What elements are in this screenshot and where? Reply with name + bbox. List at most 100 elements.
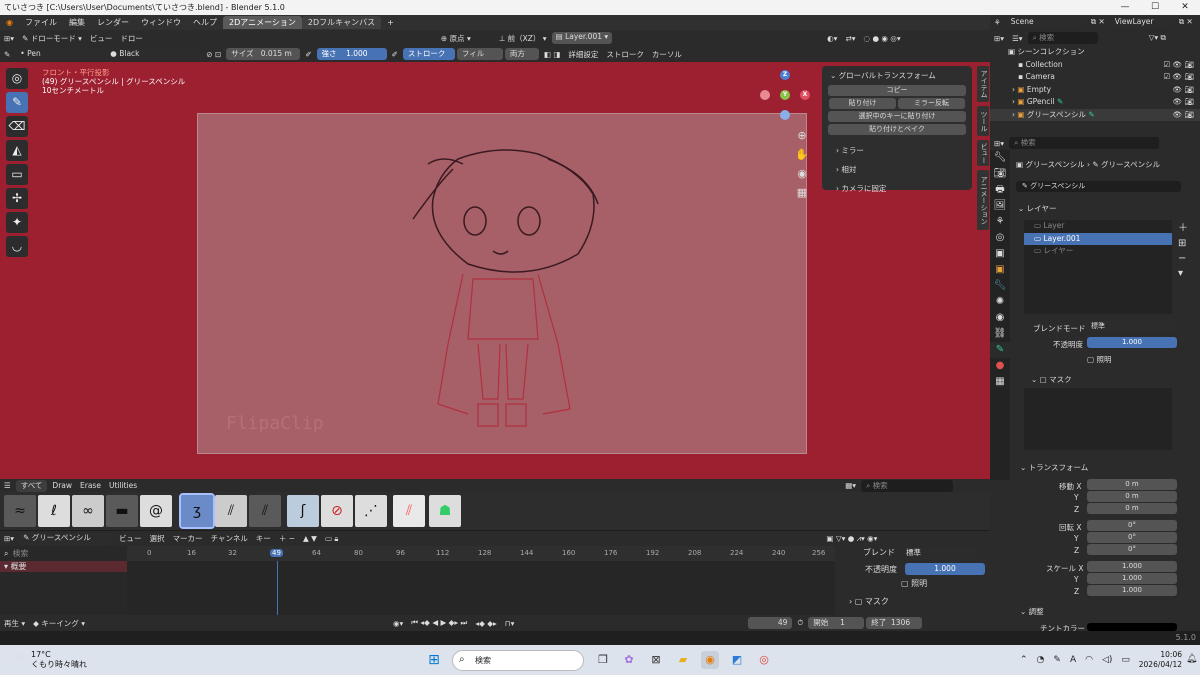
tl-blend-select[interactable]: 標準 bbox=[901, 546, 976, 559]
icon-1[interactable]: ⊘ ⊡ bbox=[202, 50, 225, 59]
transport-buttons[interactable]: ⏮ ◂◆ ◀ ▶ ◆▸ ⏭ bbox=[407, 618, 471, 628]
visibility-icons[interactable]: 👁︎ 📷︎ bbox=[1173, 109, 1194, 122]
add-remove-icon[interactable]: ＋ − bbox=[275, 533, 299, 544]
paint-app-icon[interactable]: ◩ bbox=[728, 651, 746, 669]
both-tab[interactable]: 両方 bbox=[504, 48, 539, 60]
curve-tool-icon[interactable]: ◡ bbox=[6, 236, 28, 257]
tl-menu-key[interactable]: キー bbox=[252, 533, 275, 544]
tab-2d-animation[interactable]: 2Dアニメーション bbox=[222, 16, 302, 29]
brush-thumb-10[interactable]: ⊘ bbox=[321, 495, 353, 527]
physics-tab-icon[interactable]: ◉ bbox=[990, 310, 1010, 326]
filter-icons[interactable]: ▣ ▽▾ ● ⩘▾ ◉▾ bbox=[822, 534, 881, 544]
size-field[interactable]: サイズ 0.015 m bbox=[226, 48, 301, 60]
mask-list[interactable] bbox=[1024, 388, 1172, 450]
battery-icon[interactable]: ▭ bbox=[1121, 655, 1130, 665]
gizmo-z-icon[interactable]: Z bbox=[780, 70, 790, 80]
pressure-icon[interactable]: ✐ bbox=[301, 50, 315, 59]
brush-tab-utilities[interactable]: Utilities bbox=[105, 481, 141, 490]
shading-icon[interactable]: ◌ ● ◉ ◎▾ bbox=[860, 34, 905, 43]
outliner-row-scene-collection[interactable]: ▣ シーンコレクション bbox=[990, 46, 1200, 59]
opacity-field[interactable]: 1.000 bbox=[1087, 337, 1177, 348]
layer-select[interactable]: ▤ Layer.001 ▾ bbox=[551, 32, 613, 44]
brush-select[interactable]: • Pen bbox=[15, 48, 104, 60]
menu-render[interactable]: レンダー bbox=[91, 17, 135, 28]
outliner-row-empty[interactable]: › ▣ Empty 👁︎ 📷︎ bbox=[990, 84, 1200, 97]
shader-fx-tab-icon[interactable]: ✺ bbox=[990, 294, 1010, 310]
current-frame-field[interactable]: 49 bbox=[748, 617, 793, 629]
props-search-input[interactable]: ⌕ 検索 bbox=[1009, 137, 1160, 149]
lock-icon[interactable]: ▭ 🔒︎ bbox=[321, 534, 342, 544]
cursor-menu[interactable]: カーソル bbox=[648, 49, 686, 60]
paste-selected-button[interactable]: 選択中のキーに貼り付け bbox=[828, 111, 966, 122]
gizmo-y-icon[interactable]: Y bbox=[780, 90, 790, 100]
tray-chevron-icon[interactable]: ⌃ bbox=[1020, 655, 1028, 665]
rotate-x-field[interactable]: 0° bbox=[1087, 520, 1177, 531]
layer-menu-button[interactable]: ▾ bbox=[1178, 266, 1188, 281]
view-layer-tab-icon[interactable]: 🖼︎ bbox=[990, 198, 1010, 214]
constraint-tab-icon[interactable]: ⛓︎ bbox=[990, 326, 1010, 342]
adjust-section-header[interactable]: ⌄ 調整 bbox=[1020, 606, 1044, 617]
end-frame-field[interactable]: 終了 1306 bbox=[866, 617, 923, 629]
playback-menu[interactable]: 再生 ▾ bbox=[0, 618, 29, 629]
layer-row-japanese[interactable]: ▭ レイヤー bbox=[1024, 245, 1172, 258]
pick-tool-icon[interactable]: ✦ bbox=[6, 212, 28, 233]
brush-thumb-3[interactable]: ∞ bbox=[72, 495, 104, 527]
outliner-display-icon[interactable]: ⊞▾ bbox=[990, 34, 1008, 43]
outliner-row-camera[interactable]: ▪ Camera ☑ 👁︎ 📷︎ bbox=[990, 71, 1200, 84]
copy-button[interactable]: コピー bbox=[828, 85, 966, 96]
viewlayer-buttons-icon[interactable]: ⧉ ✕ bbox=[1175, 17, 1197, 27]
start-frame-field[interactable]: 開始 1 bbox=[808, 617, 865, 629]
store-icon[interactable]: ⊠ bbox=[647, 651, 665, 669]
mirror-flip-button[interactable]: ミラー反転 bbox=[898, 98, 965, 109]
tray-a-icon[interactable]: A bbox=[1070, 655, 1076, 665]
zoom-icon[interactable]: ⊕ bbox=[795, 126, 809, 145]
timeline-mode-select[interactable]: ✎ グリースペンシル bbox=[19, 532, 115, 545]
weather-widget[interactable]: 17°C くもり時々晴れ bbox=[31, 650, 87, 670]
select-cursor-icon[interactable]: ◎ bbox=[6, 68, 28, 89]
brush-thumb-7[interactable]: ⫽ bbox=[215, 495, 247, 527]
tab-2d-full-canvas[interactable]: 2Dフルキャンバス bbox=[301, 16, 382, 29]
relative-subpanel[interactable]: › 相対 bbox=[824, 160, 970, 179]
visibility-icons[interactable]: ☑ 👁︎ 📷︎ bbox=[1163, 59, 1194, 72]
tab-animation[interactable]: アニメーション bbox=[977, 170, 989, 230]
scale-y-field[interactable]: 1.000 bbox=[1087, 573, 1177, 584]
menu-window[interactable]: ウィンドウ bbox=[135, 17, 187, 28]
move-x-field[interactable]: 0 m bbox=[1087, 479, 1177, 490]
camera-frame[interactable]: FlipaClip bbox=[197, 113, 807, 454]
modifier-tab-icon[interactable]: 🔧︎ bbox=[990, 278, 1010, 294]
current-frame-marker[interactable]: 49 bbox=[270, 549, 283, 557]
editor-type-icon[interactable]: ⊞▾ bbox=[0, 34, 18, 43]
object-name-field[interactable]: ✎ グリースペンシル bbox=[1016, 181, 1181, 192]
filter-funnel-icon[interactable]: ▽▾ ⧉ bbox=[1145, 33, 1170, 43]
scale-z-field[interactable]: 1.000 bbox=[1087, 585, 1177, 596]
menu-help[interactable]: ヘルプ bbox=[187, 17, 223, 28]
icon-2[interactable]: ◧ ◨ bbox=[540, 50, 565, 59]
add-workspace-button[interactable]: + bbox=[381, 18, 400, 27]
gizmo-neg-x-icon[interactable] bbox=[760, 90, 770, 100]
scene-tab-icon[interactable]: ⚘ bbox=[990, 214, 1010, 230]
clock[interactable]: 10:06 2026/04/12 bbox=[1132, 650, 1182, 670]
outliner-row-collection[interactable]: ▪ Collection ☑ 👁︎ 📷︎ bbox=[990, 59, 1200, 72]
pan-hand-icon[interactable]: ✋ bbox=[795, 145, 809, 164]
advanced-menu[interactable]: 詳細設定 bbox=[564, 49, 602, 60]
outliner-row-gpencil[interactable]: › ▣ GPencil ✎ 👁︎ 📷︎ bbox=[990, 96, 1200, 109]
clock-icon[interactable]: ⏱ bbox=[793, 618, 807, 628]
box-tool-icon[interactable]: ▭ bbox=[6, 164, 28, 185]
brush-search-input[interactable]: ⌕ 検索 bbox=[861, 479, 954, 492]
world-tab-icon[interactable]: ◎ bbox=[990, 230, 1010, 246]
menu-file[interactable]: ファイル bbox=[19, 17, 63, 28]
draw-tool-icon[interactable]: ✎ bbox=[6, 92, 28, 113]
eyedropper-icon[interactable]: ✢ bbox=[6, 188, 28, 209]
remove-layer-button[interactable]: − bbox=[1178, 251, 1188, 266]
tl-menu-select[interactable]: 選択 bbox=[146, 533, 169, 544]
volume-icon[interactable]: ◁) bbox=[1102, 655, 1112, 665]
gizmo-neg-z-icon[interactable] bbox=[780, 110, 790, 120]
autokey-icon[interactable]: ⊓▾ bbox=[501, 619, 519, 628]
scene-buttons-icon[interactable]: ⧉ ✕ bbox=[1087, 17, 1109, 27]
tab-view[interactable]: ビュー bbox=[977, 140, 989, 166]
editor-type-icon-tl[interactable]: ⊞▾ bbox=[0, 534, 18, 543]
brush-tab-erase[interactable]: Erase bbox=[76, 481, 105, 490]
mirror-subpanel[interactable]: › ミラー bbox=[824, 141, 970, 160]
outliner-search-input[interactable]: ⌕ 検索 bbox=[1027, 32, 1098, 44]
minimize-button[interactable]: — bbox=[1110, 0, 1140, 15]
